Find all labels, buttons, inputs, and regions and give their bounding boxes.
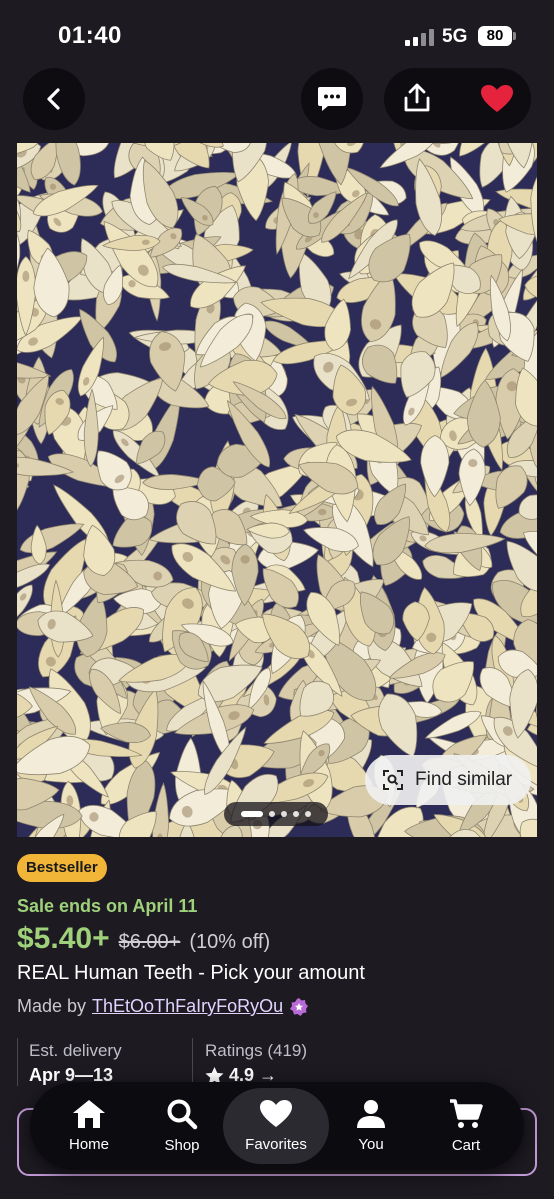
battery-icon: 80 — [478, 26, 512, 46]
home-icon — [73, 1100, 105, 1128]
battery-tip — [513, 32, 516, 40]
nav-cart[interactable]: Cart — [421, 1082, 511, 1170]
visual-search-icon — [383, 770, 403, 790]
original-price: $6.00+ — [118, 931, 181, 953]
listing-title: REAL Human Teeth - Pick your amount — [17, 962, 365, 984]
carousel-dots[interactable] — [224, 802, 328, 826]
nav-shop[interactable]: Shop — [137, 1082, 227, 1170]
carousel-dot[interactable] — [281, 811, 287, 817]
carousel-dot[interactable] — [305, 811, 311, 817]
delivery-ratings-row: Est. delivery Apr 9—13 Ratings (419) 4.9… — [17, 1038, 537, 1086]
message-icon — [318, 87, 346, 111]
cart-icon — [450, 1099, 483, 1128]
nav-you[interactable]: You — [326, 1082, 416, 1170]
discount: (10% off) — [189, 931, 271, 953]
star-seller-badge-icon — [290, 997, 309, 1016]
price: $5.40+ — [17, 922, 110, 955]
back-button[interactable] — [23, 68, 85, 130]
divider — [17, 1038, 18, 1086]
nav-home[interactable]: Home — [44, 1082, 134, 1170]
find-similar-button[interactable]: Find similar — [365, 755, 531, 805]
nav-label: Favorites — [245, 1136, 307, 1153]
network-type: 5G — [442, 26, 468, 47]
carousel-dot[interactable] — [241, 811, 263, 817]
made-by: Made by ThEtOoThFaIryFoRyOu — [17, 996, 309, 1017]
heart-icon — [260, 1100, 292, 1127]
share-icon — [404, 83, 430, 112]
nav-label: Cart — [451, 1137, 481, 1154]
delivery-label: Est. delivery — [29, 1041, 122, 1060]
teeth-photo — [17, 143, 537, 837]
nav-favorites[interactable]: Favorites — [223, 1088, 329, 1164]
bestseller-badge: Bestseller — [17, 854, 107, 882]
carousel-dot[interactable] — [269, 811, 275, 817]
product-image[interactable] — [17, 143, 537, 837]
status-bar: 01:40 5G 80 — [0, 0, 554, 70]
price-row: $5.40+ $6.00+ (10% off) — [17, 922, 270, 956]
find-similar-label: Find similar — [415, 769, 513, 790]
bottom-nav: Home Shop Favorites You Cart — [30, 1082, 524, 1170]
favorite-button[interactable] — [480, 84, 514, 119]
message-button[interactable] — [301, 68, 363, 130]
divider — [192, 1038, 193, 1086]
shop-name-link[interactable]: ThEtOoThFaIryFoRyOu — [92, 996, 283, 1017]
nav-label: Home — [68, 1136, 109, 1153]
heart-icon — [481, 85, 513, 112]
search-icon — [167, 1099, 198, 1130]
share-button[interactable] — [401, 82, 433, 119]
sale-ends-text: Sale ends on April 11 — [17, 896, 198, 916]
signal-icon — [405, 29, 435, 46]
nav-label: Shop — [164, 1137, 200, 1154]
nav-label: You — [358, 1136, 384, 1153]
carousel-dot[interactable] — [293, 811, 299, 817]
status-time: 01:40 — [58, 22, 122, 49]
ratings-label[interactable]: Ratings (419) — [205, 1041, 307, 1061]
share-favorite-group — [384, 68, 531, 130]
person-icon — [357, 1100, 385, 1128]
made-by-prefix: Made by — [17, 996, 87, 1016]
chevron-left-icon — [47, 88, 60, 110]
